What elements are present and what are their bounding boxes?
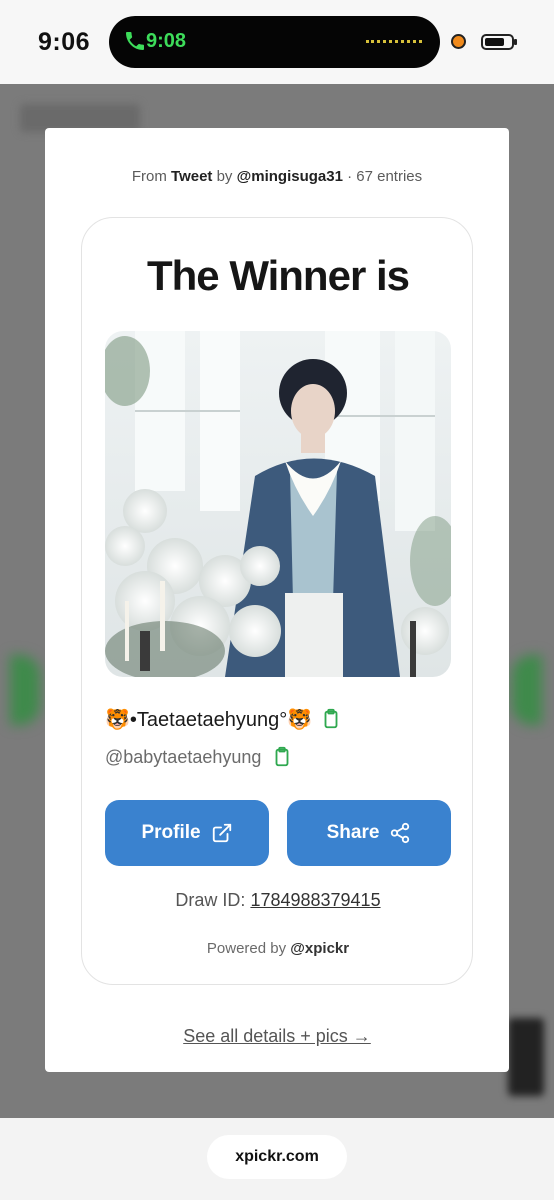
url-bar[interactable]: xpickr.com — [207, 1135, 347, 1179]
call-duration: 9:08 — [146, 30, 187, 52]
draw-id-label: Draw ID: — [175, 890, 246, 910]
phone-icon — [126, 32, 144, 50]
source-line: From Tweet by @mingisuga31 · 67 entries — [45, 168, 509, 185]
winner-photo-image — [105, 331, 451, 677]
powered-by-link[interactable]: @xpickr — [290, 940, 349, 957]
source-platform: Tweet — [171, 168, 213, 185]
winner-display-name: 🐯•Taetaetaehyung°🐯 — [105, 708, 313, 731]
profile-button-label: Profile — [141, 822, 201, 843]
powered-by: Powered by @xpickr — [82, 940, 474, 957]
browser-bottom-bar: xpickr.com — [0, 1118, 554, 1200]
battery-icon — [481, 34, 517, 50]
see-details-link[interactable]: See all details + pics → — [45, 1026, 509, 1047]
winner-name-row: 🐯•Taetaetaehyung°🐯 — [105, 704, 342, 734]
powered-by-prefix: Powered by — [206, 940, 287, 957]
dynamic-island[interactable]: 9:08 — [109, 16, 440, 68]
draw-id-link[interactable]: 1784988379415 — [250, 890, 380, 910]
profile-button[interactable]: Profile — [105, 800, 269, 866]
winner-card: The Winner is 🐯•Taetaetaehyung°🐯 @babyta… — [81, 217, 473, 985]
background-element — [508, 1018, 544, 1096]
source-by: by — [216, 168, 233, 185]
background-element — [512, 655, 542, 725]
clipboard-icon[interactable] — [271, 746, 293, 768]
audio-waveform-icon — [366, 40, 422, 44]
source-prefix: From — [131, 168, 167, 185]
recording-indicator-icon — [451, 34, 466, 49]
source-author[interactable]: @mingisuga31 — [237, 168, 343, 185]
external-link-icon — [212, 823, 231, 843]
draw-id: Draw ID: 1784988379415 — [82, 890, 474, 911]
entries-count: · 67 entries — [347, 168, 423, 185]
clock: 9:06 — [38, 28, 91, 56]
winner-title: The Winner is — [147, 252, 410, 299]
share-button[interactable]: Share — [287, 800, 451, 866]
status-bar: 9:06 9:08 — [0, 0, 554, 84]
winner-handle: @babytaetaehyung — [105, 746, 262, 767]
winner-modal: From Tweet by @mingisuga31 · 67 entries … — [45, 128, 509, 1072]
clipboard-icon[interactable] — [320, 708, 342, 730]
share-icon — [391, 822, 410, 844]
share-button-label: Share — [326, 822, 380, 843]
background-element — [10, 655, 40, 725]
winner-photo — [105, 331, 451, 677]
winner-handle-row: @babytaetaehyung — [105, 744, 293, 770]
